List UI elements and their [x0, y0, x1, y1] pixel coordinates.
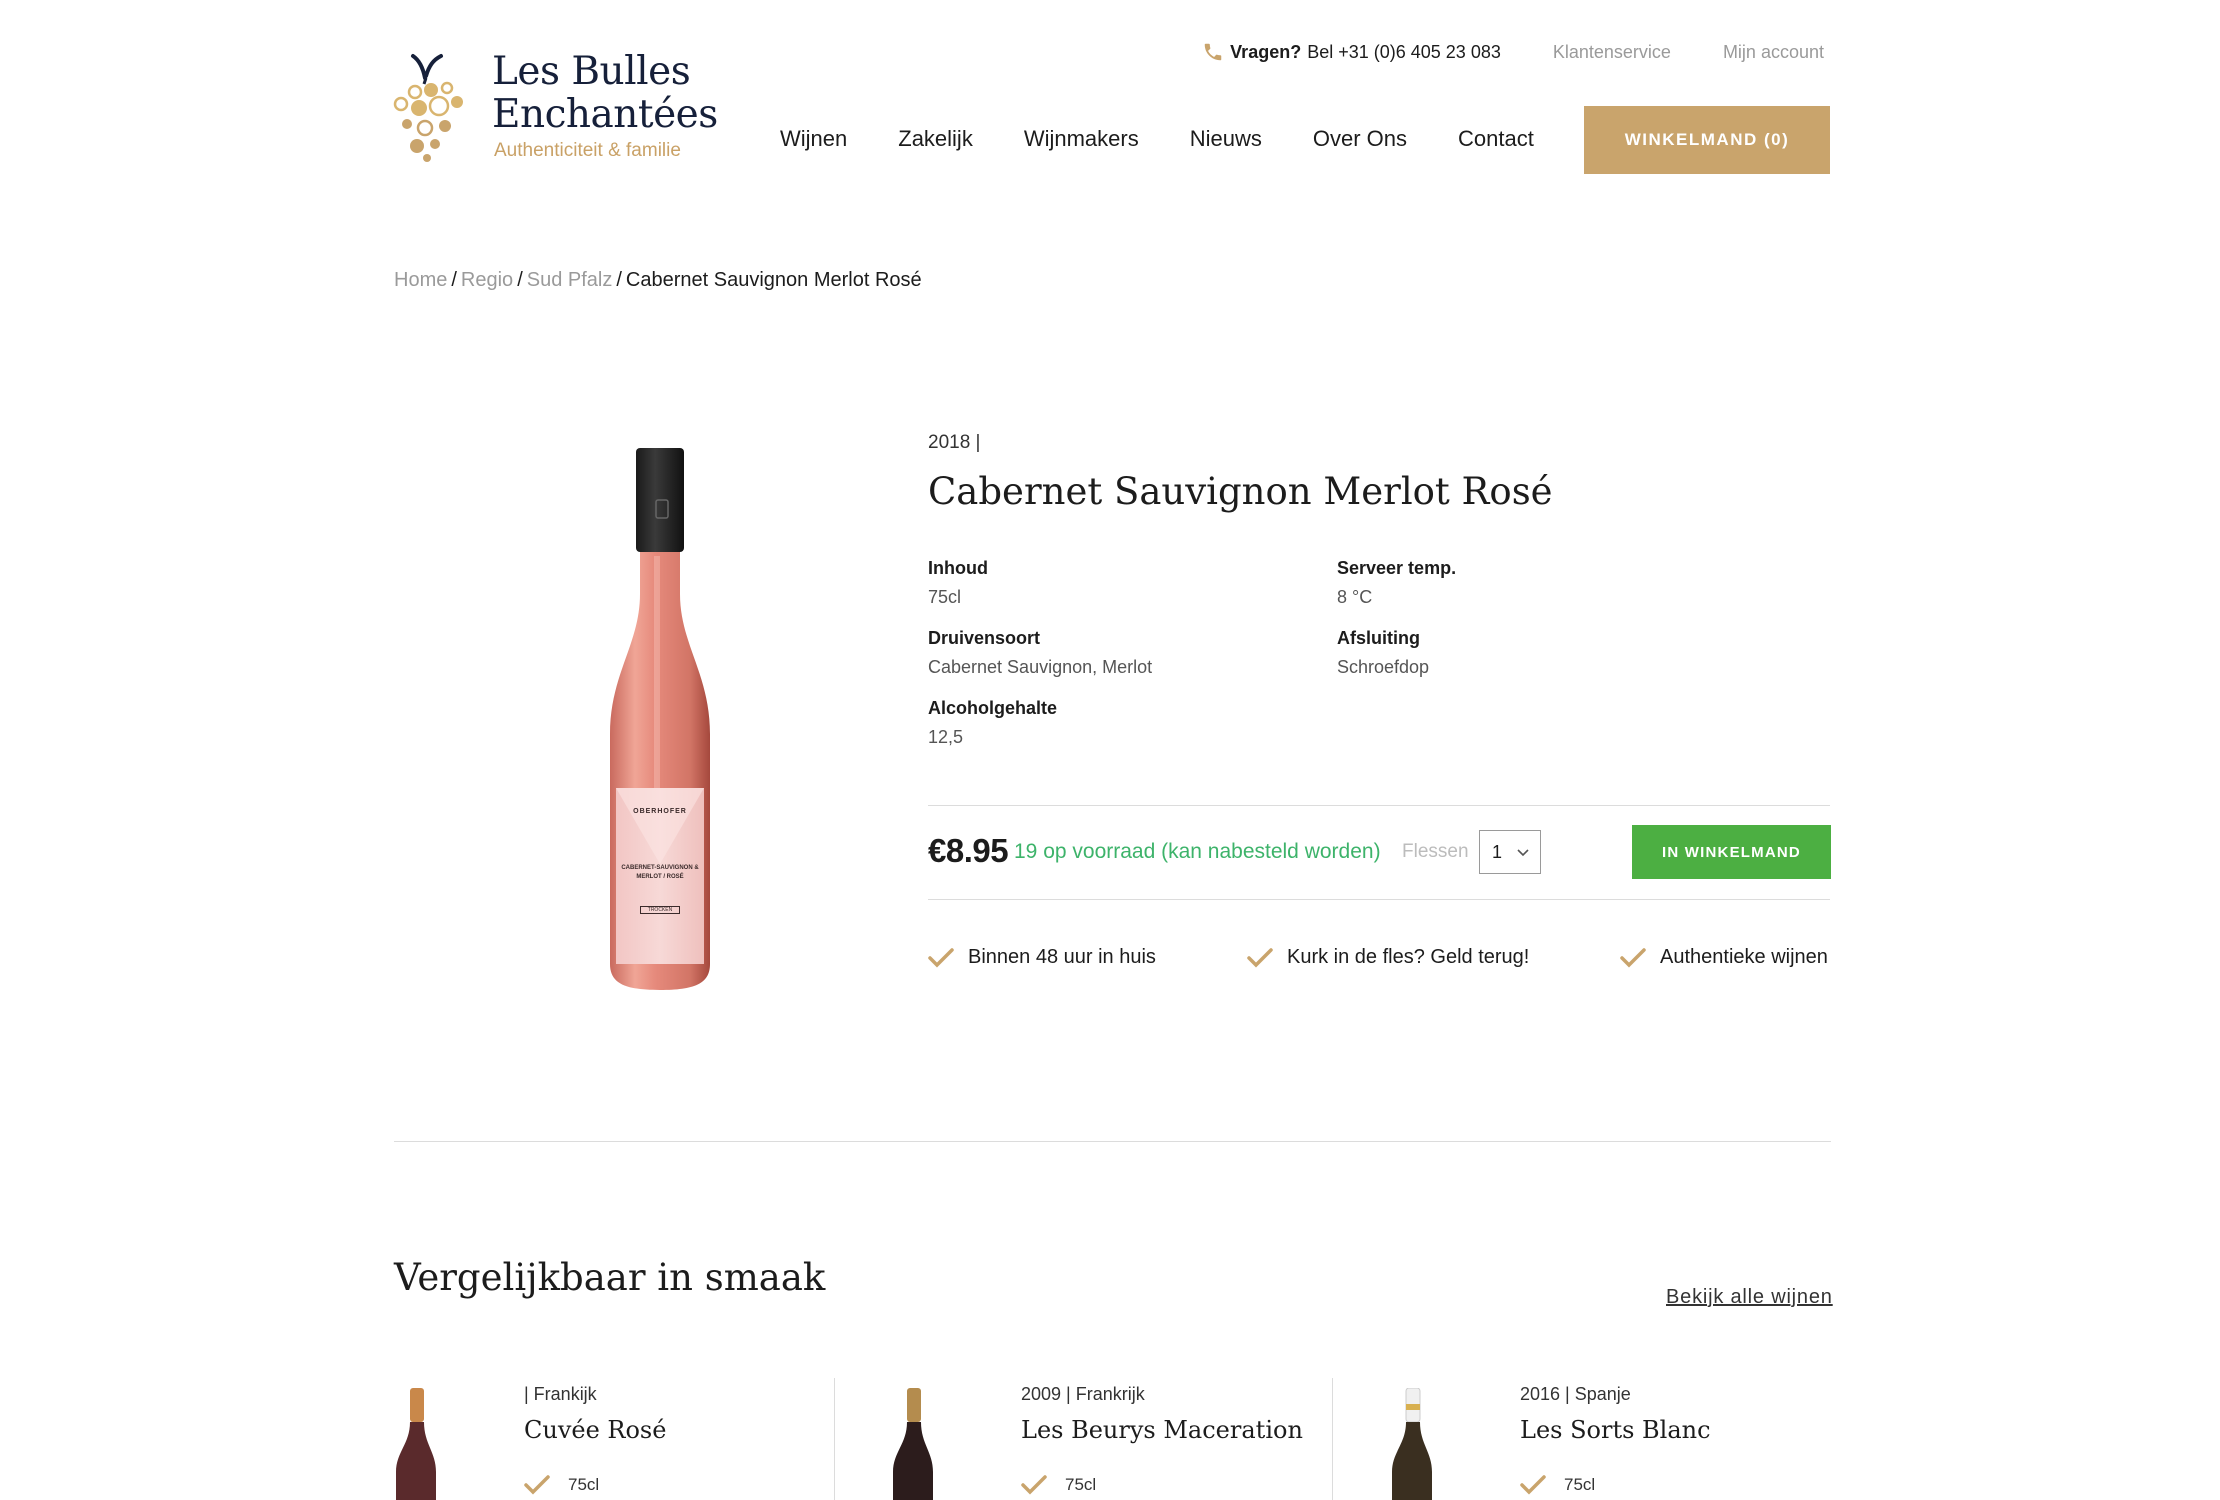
similar-section-title: Vergelijkbaar in smaak	[394, 1256, 826, 1299]
phone-icon	[1204, 43, 1222, 61]
spec-label: Serveer temp.	[1337, 558, 1457, 578]
spec-value: Cabernet Sauvignon, Merlot	[928, 657, 1153, 677]
spec-label: Afsluiting	[1337, 628, 1420, 648]
checkmark-icon	[524, 1475, 550, 1495]
card-separator	[1332, 1378, 1333, 1500]
spec-label: Alcoholgehalte	[928, 698, 1058, 718]
bottle-label-style: TROCKEN	[640, 906, 680, 914]
product-image[interactable]: OBERHOFER CABERNET-SAUVIGNON & MERLOT / …	[596, 444, 724, 992]
bottle-label-producer: OBERHOFER	[633, 808, 687, 815]
product-price: €8.95	[928, 832, 1009, 869]
product-volume: 75cl	[1520, 1474, 1595, 1496]
klantenservice-link[interactable]: Klantenservice	[1553, 42, 1671, 63]
checkmark-icon	[928, 947, 954, 967]
spec-value: Schroefdop	[1337, 657, 1430, 677]
product-thumbnail	[1392, 1388, 1432, 1500]
similar-product-card[interactable]: 2009 | Frankrijk Les Beurys Maceration 7…	[891, 1378, 1331, 1500]
mijn-account-link[interactable]: Mijn account	[1723, 42, 1824, 63]
divider	[928, 899, 1830, 900]
nav-item-wijnen[interactable]: Wijnen	[780, 126, 847, 152]
breadcrumb-separator: /	[451, 269, 457, 291]
nav-item-nieuws[interactable]: Nieuws	[1190, 126, 1262, 152]
breadcrumb-home[interactable]: Home	[394, 269, 447, 291]
product-name[interactable]: Les Beurys Maceration	[1021, 1416, 1303, 1444]
nav-item-zakelijk[interactable]: Zakelijk	[898, 126, 973, 152]
spec-serveer-temp: Serveer temp. 8 °C	[1337, 558, 1456, 608]
breadcrumb-sud-pfalz[interactable]: Sud Pfalz	[527, 269, 613, 291]
main-nav: Wijnen Zakelijk Wijnmakers Nieuws Over O…	[780, 126, 1534, 152]
nav-item-wijnmakers[interactable]: Wijnmakers	[1024, 126, 1139, 152]
usp-item: Binnen 48 uur in huis	[928, 946, 1156, 969]
spec-inhoud: Inhoud 75cl	[928, 558, 988, 608]
brand-tagline: Authenticiteit & familie	[494, 140, 681, 161]
similar-product-card[interactable]: 2016 | Spanje Les Sorts Blanc 75cl	[1390, 1378, 1830, 1500]
checkmark-icon	[1021, 1475, 1047, 1495]
spec-alcoholgehalte: Alcoholgehalte 12,5	[928, 698, 1057, 748]
phone-contact[interactable]: Vragen? Bel +31 (0)6 405 23 083	[1202, 41, 1501, 63]
cart-button[interactable]: WINKELMAND (0)	[1584, 106, 1830, 174]
product-thumbnail	[893, 1388, 933, 1500]
checkmark-icon	[1247, 947, 1273, 967]
topbar: Vragen? Bel +31 (0)6 405 23 083 Klantens…	[1202, 40, 1824, 64]
add-to-cart-button[interactable]: IN WINKELMAND	[1632, 825, 1831, 879]
divider	[928, 805, 1830, 806]
breadcrumb-separator: /	[517, 269, 523, 291]
quantity-value: 1	[1492, 841, 1503, 862]
breadcrumb-current: Cabernet Sauvignon Merlot Rosé	[625, 269, 922, 291]
breadcrumb: Home / Regio / Sud Pfalz / Cabernet Sauvignon …	[394, 269, 922, 292]
bottle-label-wine: CABERNET-SAUVIGNON & MERLOT / ROSÉ	[621, 865, 699, 880]
chevron-down-icon	[1517, 849, 1529, 857]
product-thumbnail	[396, 1388, 436, 1500]
product-meta: 2016 | Spanje	[1520, 1384, 1631, 1404]
volume-label: 75cl	[1564, 1475, 1596, 1494]
phone-number: Bel +31 (0)6 405 23 083	[1307, 41, 1501, 62]
spec-label: Inhoud	[928, 558, 988, 578]
product-volume: 75cl	[1021, 1474, 1096, 1496]
volume-label: 75cl	[568, 1475, 600, 1494]
checkmark-icon	[1620, 947, 1646, 967]
volume-label: 75cl	[1065, 1475, 1097, 1494]
checkmark-icon	[1520, 1475, 1546, 1495]
nav-item-contact[interactable]: Contact	[1458, 126, 1534, 152]
view-all-wines-link[interactable]: Bekijk alle wijnen	[1666, 1286, 1833, 1309]
section-divider	[394, 1141, 1831, 1142]
stock-status: 19 op voorraad (kan nabesteld worden)	[1014, 840, 1381, 863]
usp-label: Kurk in de fles? Geld terug!	[1287, 946, 1530, 968]
product-name[interactable]: Les Sorts Blanc	[1520, 1416, 1711, 1444]
brand-logo-icon[interactable]	[393, 52, 469, 162]
spec-value: 12,5	[928, 727, 964, 747]
spec-value: 8 °C	[1337, 587, 1373, 607]
spec-value: 75cl	[928, 587, 962, 607]
product-title: Cabernet Sauvignon Merlot Rosé	[928, 470, 1553, 513]
breadcrumb-regio[interactable]: Regio	[461, 269, 513, 291]
phone-question-label: Vragen?	[1230, 41, 1302, 62]
spec-label: Druivensoort	[928, 628, 1041, 648]
nav-item-over-ons[interactable]: Over Ons	[1313, 126, 1407, 152]
usp-item: Kurk in de fles? Geld terug!	[1247, 946, 1529, 969]
spec-druivensoort: Druivensoort Cabernet Sauvignon, Merlot	[928, 628, 1152, 678]
quantity-select[interactable]: 1	[1479, 830, 1541, 874]
card-separator	[834, 1378, 835, 1500]
usp-item: Authentieke wijnen	[1620, 946, 1828, 969]
similar-product-card[interactable]: | Frankijk Cuvée Rosé 75cl	[394, 1378, 834, 1500]
usp-label: Authentieke wijnen	[1660, 946, 1828, 968]
brand-name-line2: Enchantées	[492, 92, 718, 137]
product-name[interactable]: Cuvée Rosé	[524, 1416, 666, 1444]
unit-label: Flessen	[1402, 841, 1469, 862]
product-vintage: 2018 |	[928, 432, 981, 453]
usp-label: Binnen 48 uur in huis	[968, 946, 1156, 968]
breadcrumb-separator: /	[616, 269, 622, 291]
product-volume: 75cl	[524, 1474, 599, 1496]
product-meta: | Frankijk	[524, 1384, 597, 1404]
product-meta: 2009 | Frankrijk	[1021, 1384, 1145, 1404]
brand-name-line1: Les Bulles	[492, 49, 691, 94]
spec-afsluiting: Afsluiting Schroefdop	[1337, 628, 1429, 678]
brand-name[interactable]: Les Bulles Enchantées	[492, 50, 718, 136]
